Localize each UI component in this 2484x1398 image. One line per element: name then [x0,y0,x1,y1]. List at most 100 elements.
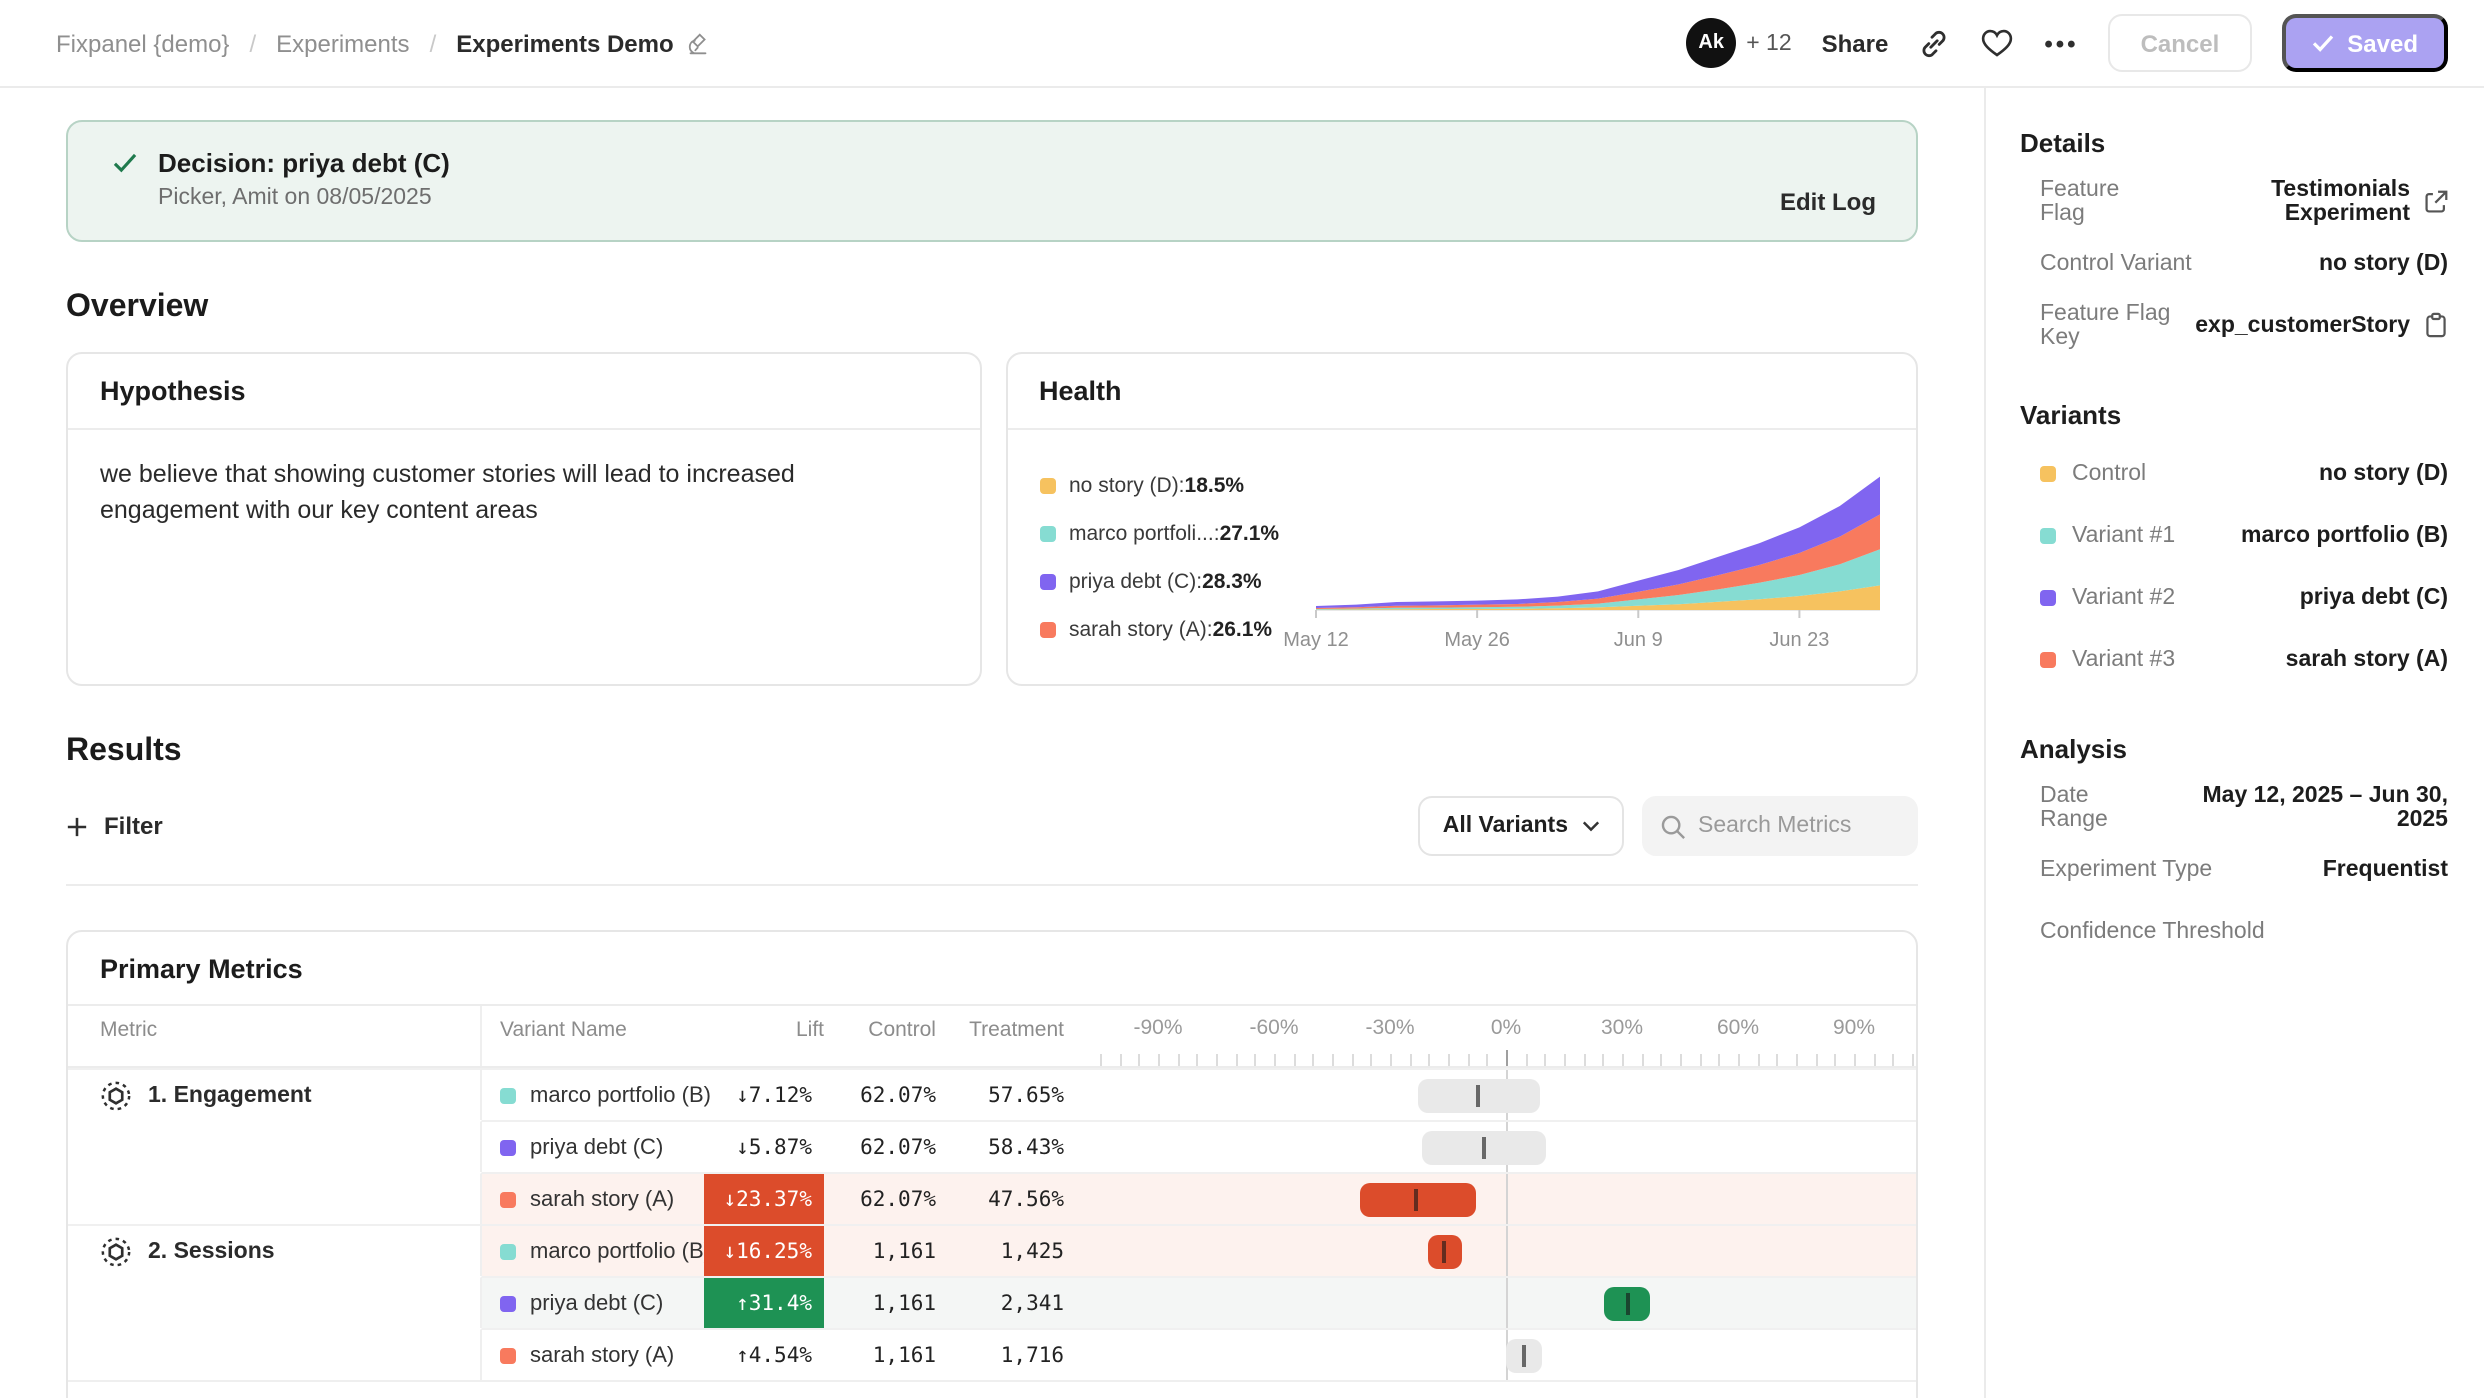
column-header-treatment: Treatment [952,1006,1080,1066]
metric-cell [68,1120,482,1172]
detail-value: no story (D) [2319,251,2448,275]
variant-swatch [500,1243,516,1259]
detail-value-text: no story (D) [2319,251,2448,275]
treatment-cell: 57.65% [952,1068,1080,1120]
ruler-tick [1757,1054,1759,1066]
analysis-label: Confidence Threshold [2040,919,2265,943]
lift-cell: ↑4.54% [704,1328,824,1380]
axis-tick-label: 90% [1833,1016,1875,1040]
ruler-tick [1429,1054,1431,1066]
variant-cell: marco portfolio (B) [482,1068,704,1120]
search-metrics-input[interactable] [1698,814,1900,838]
metric-cell [68,1328,482,1380]
details-heading: Details [2020,128,2448,158]
variant-swatch [500,1347,516,1363]
axis-tick-label: -60% [1249,1016,1298,1040]
table-row[interactable]: sarah story (A)↑4.54%1,1611,716 [68,1328,1916,1380]
ruler-tick [1293,1054,1295,1066]
breadcrumb-current[interactable]: Experiments Demo [456,29,709,57]
lift-value: ↑31.4% [704,1278,824,1328]
avatar[interactable]: Ak [1686,18,1736,68]
variant-cell: sarah story (A) [482,1172,704,1224]
check-circle-icon [112,152,138,174]
ruler-tick [1274,1054,1276,1066]
copy-link-icon[interactable] [1918,27,1950,59]
table-row[interactable]: 2. Sessionsmarco portfolio (B)↓16.25%1,1… [68,1224,1916,1276]
share-button[interactable]: Share [1822,29,1889,57]
axis-tick-label: -90% [1133,1016,1182,1040]
table-row[interactable]: priya debt (C)↓5.87%62.07%58.43% [68,1120,1916,1172]
treatment-cell: 2,341 [952,1276,1080,1328]
lift-value: ↓7.12% [704,1070,824,1120]
saved-button[interactable]: Saved [2281,14,2448,72]
metric-cell [68,1276,482,1328]
variant-label-text: Control [2072,461,2146,485]
lift-value: ↑4.54% [704,1330,824,1380]
check-icon [2311,34,2333,52]
variant-swatch [2040,589,2056,605]
metrics-table-header: Metric Variant Name Lift Control Treatme… [68,1006,1916,1068]
edit-log-button[interactable]: Edit Log [1780,188,1876,216]
variant-cell: priya debt (C) [482,1120,704,1172]
ruler-tick [1487,1054,1489,1066]
more-options-icon[interactable]: ••• [2044,29,2078,57]
control-cell: 62.07% [824,1068,952,1120]
add-metric-button[interactable]: Add [68,1380,1916,1398]
main-content: Decision: priya debt (C) Picker, Amit on… [0,88,1986,1398]
primary-metrics-title: Primary Metrics [68,932,1916,1006]
collaborators[interactable]: Ak + 12 [1686,18,1791,68]
external-link-icon[interactable] [2424,189,2448,213]
breadcrumb-experiments[interactable]: Experiments [276,29,409,57]
confidence-interval-cell [1080,1276,1916,1328]
health-card: Health no story (D): 18.5%marco portfoli… [1005,352,1918,686]
lift-cell: ↑31.4% [704,1276,824,1328]
decision-banner: Decision: priya debt (C) Picker, Amit on… [66,120,1918,242]
ruler-tick [1680,1054,1682,1066]
analysis-label: Experiment Type [2040,857,2212,881]
ruler-tick [1467,1054,1469,1066]
lift-cell: ↓23.37% [704,1172,824,1224]
variant-label-text: Variant #1 [2072,523,2175,547]
variant-label-text: Variant #2 [2072,585,2175,609]
variant-label: Variant #2 [2040,585,2175,609]
ruler-tick [1777,1054,1779,1066]
legend-swatch [1039,622,1055,638]
ruler-tick [1854,1054,1856,1066]
plus-icon [66,815,88,837]
variant-name: marco portfolio (B) [530,1239,711,1263]
ruler-tick [1583,1054,1585,1066]
variant-row: Variant #1marco portfolio (B) [2020,504,2448,566]
detail-value-text: exp_customerStory [2195,313,2410,337]
ruler-tick [1371,1054,1373,1066]
table-row[interactable]: 1. Engagement marco portfolio (B)↓7.12%62… [68,1068,1916,1120]
control-cell: 1,161 [824,1276,952,1328]
ruler-tick [1719,1054,1721,1066]
ruler-tick [1622,1054,1624,1066]
table-row[interactable]: priya debt (C)↑31.4%1,1612,341 [68,1276,1916,1328]
legend-label: no story (D): [1069,474,1185,498]
svg-text:Jun 23: Jun 23 [1768,629,1828,651]
ruler-tick [1893,1054,1895,1066]
metric-name: 1. Engagement [100,1079,312,1111]
table-row[interactable]: sarah story (A)↓23.37%62.07%47.56% [68,1172,1916,1224]
variant-row: Variant #3sarah story (A) [2020,628,2448,690]
breadcrumb-project[interactable]: Fixpanel {demo} [56,29,229,57]
copy-icon[interactable] [2424,312,2448,338]
ruler-tick [1641,1054,1643,1066]
breadcrumb-separator: / [249,29,256,57]
ruler-tick [1332,1054,1334,1066]
column-header-variant: Variant Name [482,1006,704,1066]
cancel-button[interactable]: Cancel [2109,14,2252,72]
variant-value: sarah story (A) [2286,647,2448,671]
analysis-value: May 12, 2025 – Jun 30, 2025 [2158,783,2448,831]
variant-row: Controlno story (D) [2020,442,2448,504]
treatment-cell: 1,716 [952,1328,1080,1380]
add-filter-button[interactable]: Filter [66,812,163,840]
search-metrics-box[interactable] [1642,796,1918,856]
detail-label: Control Variant [2040,251,2192,275]
favorite-heart-icon[interactable] [1980,28,2014,58]
variant-label: Control [2040,461,2146,485]
variants-filter-dropdown[interactable]: All Variants [1419,796,1624,856]
control-cell: 1,161 [824,1224,952,1276]
zero-axis-line [1506,1226,1508,1276]
